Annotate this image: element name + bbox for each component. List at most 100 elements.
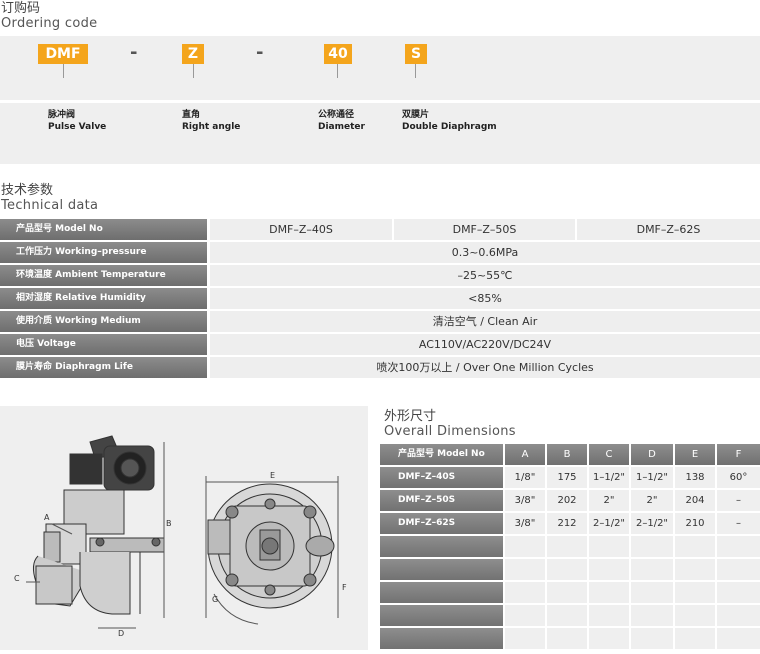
dim-empty-cell (505, 605, 545, 626)
code-desc-cn: 脉冲阀 (48, 110, 76, 120)
dim-cell: 3/8" (505, 490, 545, 511)
dim-empty-cell (675, 582, 715, 603)
tech-title-en: Technical data (1, 198, 99, 213)
dim-label-f: F (342, 583, 347, 592)
code-connector (193, 64, 194, 78)
dim-empty-cell (505, 582, 545, 603)
dim-cell: 3/8" (505, 513, 545, 534)
dim-label-b: B (166, 519, 172, 528)
tech-label: 膜片寿命 Diaphragm Life (0, 357, 207, 378)
ordering-code-panel: DMF - Z - 40 S 脉冲阀 Pulse Valve 直角 Right … (0, 36, 760, 164)
tech-value: 喷次100万以上 / Over One Million Cycles (210, 357, 760, 378)
tech-label: 环境温度 Ambient Temperature (0, 265, 207, 286)
dimensions-title-cn: 外形尺寸 (384, 409, 437, 424)
tech-label: 工作压力 Working–pressure (0, 242, 207, 263)
dim-cell: 2" (589, 490, 629, 511)
dim-empty-cell (631, 628, 673, 649)
code-connector (415, 64, 416, 78)
dim-row-model: DMF–Z–50S (380, 490, 503, 511)
dim-cell: 2" (631, 490, 673, 511)
tech-label: 电压 Voltage (0, 334, 207, 355)
dim-label-c: C (14, 574, 20, 583)
dim-empty-model-cell (380, 559, 503, 580)
tech-value: –25~55℃ (210, 265, 760, 286)
dim-label-g: G (212, 595, 218, 604)
dim-empty-cell (589, 536, 629, 557)
dim-empty-cell (547, 605, 587, 626)
dim-empty-cell (505, 559, 545, 580)
dim-empty-cell (505, 536, 545, 557)
dim-empty-cell (717, 582, 760, 603)
dim-empty-cell (717, 536, 760, 557)
dim-row-model: DMF–Z–40S (380, 467, 503, 488)
dim-empty-cell (631, 605, 673, 626)
dim-empty-cell (631, 536, 673, 557)
divider (0, 100, 760, 103)
dim-cell: 2–1/2" (589, 513, 629, 534)
dim-cell: – (717, 490, 760, 511)
valve-technical-drawing: A B C D E F G (14, 435, 347, 638)
dim-row-model: DMF–Z–62S (380, 513, 503, 534)
dim-cell: 204 (675, 490, 715, 511)
dim-empty-cell (675, 536, 715, 557)
tech-value: AC110V/AC220V/DC24V (210, 334, 760, 355)
dim-empty-cell (717, 559, 760, 580)
dim-header-col: B (547, 444, 587, 465)
tech-row-model: 产品型号 Model No DMF–Z–40S DMF–Z–50S DMF–Z–… (0, 219, 760, 240)
tech-label: 使用介质 Working Medium (0, 311, 207, 332)
tech-value: 清洁空气 / Clean Air (210, 311, 760, 332)
tech-row-medium: 使用介质 Working Medium 清洁空气 / Clean Air (0, 311, 760, 332)
code-desc-cn: 双膜片 (402, 110, 430, 120)
code-dash: - (130, 42, 138, 63)
dim-cell: – (717, 513, 760, 534)
tech-value: DMF–Z–50S (394, 219, 575, 240)
dim-empty-model-cell (380, 536, 503, 557)
tech-row-humidity: 相对湿度 Relative Humidity <85% (0, 288, 760, 309)
dim-label-e: E (270, 471, 275, 480)
dim-cell: 138 (675, 467, 715, 488)
dim-empty-cell (675, 605, 715, 626)
code-dash: - (256, 42, 264, 63)
tech-label: 相对湿度 Relative Humidity (0, 288, 207, 309)
tech-row-voltage: 电压 Voltage AC110V/AC220V/DC24V (0, 334, 760, 355)
dim-cell: 212 (547, 513, 587, 534)
ordering-title-cn: 订购码 (1, 1, 41, 16)
tech-row-pressure: 工作压力 Working–pressure 0.3~0.6MPa (0, 242, 760, 263)
dim-empty-cell (717, 605, 760, 626)
tech-title-cn: 技术参数 (1, 183, 54, 198)
dim-empty-cell (547, 536, 587, 557)
code-desc-en: Pulse Valve (48, 122, 107, 132)
dim-empty-cell (547, 628, 587, 649)
dim-empty-cell (631, 582, 673, 603)
dim-empty-model-cell (380, 605, 503, 626)
dim-empty-cell (589, 559, 629, 580)
dim-cell: 1–1/2" (631, 467, 673, 488)
dim-empty-cell (675, 628, 715, 649)
dim-cell: 1–1/2" (589, 467, 629, 488)
code-connector (63, 64, 64, 78)
dim-empty-cell (547, 559, 587, 580)
tech-value: DMF–Z–40S (210, 219, 392, 240)
ordering-title-en: Ordering code (1, 16, 98, 31)
code-desc-en: Double Diaphragm (402, 122, 497, 132)
dim-cell: 60° (717, 467, 760, 488)
dim-label-d: D (118, 629, 124, 638)
code-box-series: DMF (38, 44, 88, 64)
dim-empty-cell (631, 559, 673, 580)
dim-empty-cell (589, 582, 629, 603)
tech-value: <85% (210, 288, 760, 309)
valve-drawing-panel: A B C D E F G (0, 406, 368, 650)
code-connector (337, 64, 338, 78)
tech-label: 产品型号 Model No (0, 219, 207, 240)
dim-empty-model-cell (380, 582, 503, 603)
dim-header-col: D (631, 444, 673, 465)
dim-header-col: C (589, 444, 629, 465)
tech-value: 0.3~0.6MPa (210, 242, 760, 263)
dim-header-col: E (675, 444, 715, 465)
code-desc-cn: 直角 (182, 110, 201, 120)
code-box-type: Z (182, 44, 204, 64)
dim-header-model: 产品型号 Model No (380, 444, 503, 465)
code-desc-en: Diameter (318, 122, 365, 132)
dim-label-a: A (44, 513, 50, 522)
dim-header-col: F (717, 444, 760, 465)
